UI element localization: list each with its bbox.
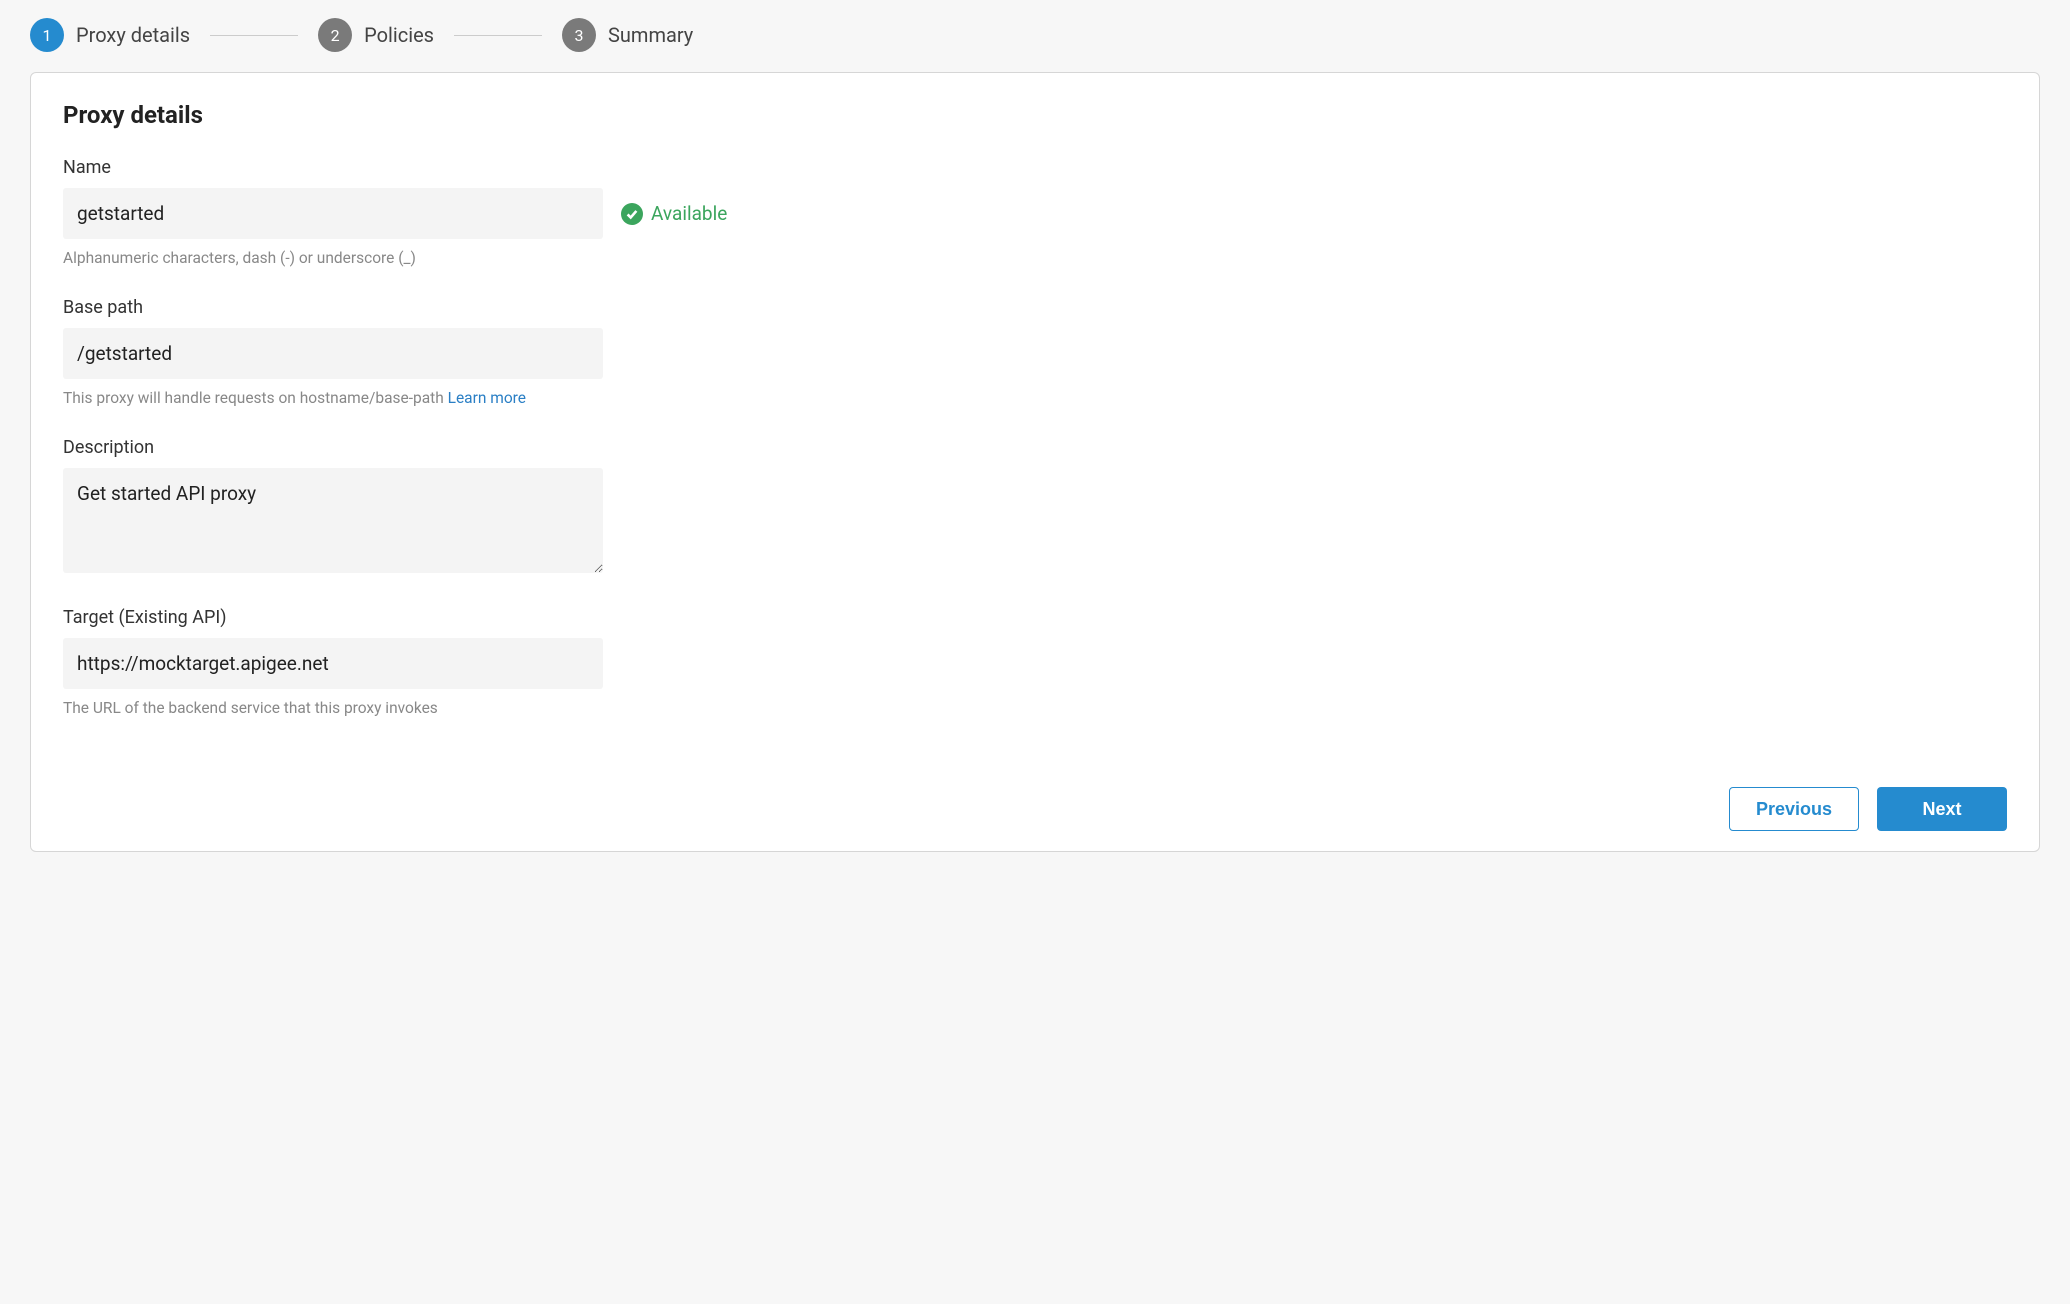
- step-proxy-details[interactable]: 1 Proxy details: [30, 18, 190, 52]
- next-button[interactable]: Next: [1877, 787, 2007, 831]
- step-connector: [454, 35, 542, 36]
- basepath-input[interactable]: [63, 328, 603, 379]
- step-number: 1: [43, 26, 52, 45]
- step-connector: [210, 35, 298, 36]
- basepath-label: Base path: [63, 297, 2007, 318]
- name-help-text: Alphanumeric characters, dash (-) or und…: [63, 249, 2007, 267]
- page-container: 1 Proxy details 2 Policies 3 Summary Pro…: [0, 0, 2070, 872]
- wizard-footer: Previous Next: [63, 757, 2007, 831]
- step-policies[interactable]: 2 Policies: [318, 18, 434, 52]
- step-summary[interactable]: 3 Summary: [562, 18, 693, 52]
- availability-text: Available: [651, 202, 727, 225]
- step-number-badge: 3: [562, 18, 596, 52]
- step-number-badge: 1: [30, 18, 64, 52]
- step-number: 2: [331, 26, 340, 45]
- description-label: Description: [63, 437, 2007, 458]
- step-label: Summary: [608, 23, 693, 47]
- basepath-help-text: This proxy will handle requests on hostn…: [63, 389, 2007, 407]
- form-group-basepath: Base path This proxy will handle request…: [63, 297, 2007, 407]
- learn-more-link[interactable]: Learn more: [448, 389, 526, 407]
- form-group-target: Target (Existing API) The URL of the bac…: [63, 607, 2007, 717]
- step-label: Policies: [364, 23, 434, 47]
- check-circle-icon: [621, 203, 643, 225]
- previous-button[interactable]: Previous: [1729, 787, 1859, 831]
- proxy-details-card: Proxy details Name Available Alphanumeri…: [30, 72, 2040, 852]
- form-group-description: Description: [63, 437, 2007, 577]
- availability-indicator: Available: [621, 202, 727, 225]
- card-title: Proxy details: [63, 101, 2007, 129]
- step-number-badge: 2: [318, 18, 352, 52]
- step-label: Proxy details: [76, 23, 190, 47]
- form-group-name: Name Available Alphanumeric characters, …: [63, 157, 2007, 267]
- description-input[interactable]: [63, 468, 603, 573]
- basepath-help-span: This proxy will handle requests on hostn…: [63, 389, 448, 407]
- name-input[interactable]: [63, 188, 603, 239]
- wizard-stepper: 1 Proxy details 2 Policies 3 Summary: [0, 0, 2070, 72]
- name-label: Name: [63, 157, 2007, 178]
- target-label: Target (Existing API): [63, 607, 2007, 628]
- target-help-text: The URL of the backend service that this…: [63, 699, 2007, 717]
- name-input-row: Available: [63, 188, 2007, 239]
- target-input[interactable]: [63, 638, 603, 689]
- step-number: 3: [575, 26, 584, 45]
